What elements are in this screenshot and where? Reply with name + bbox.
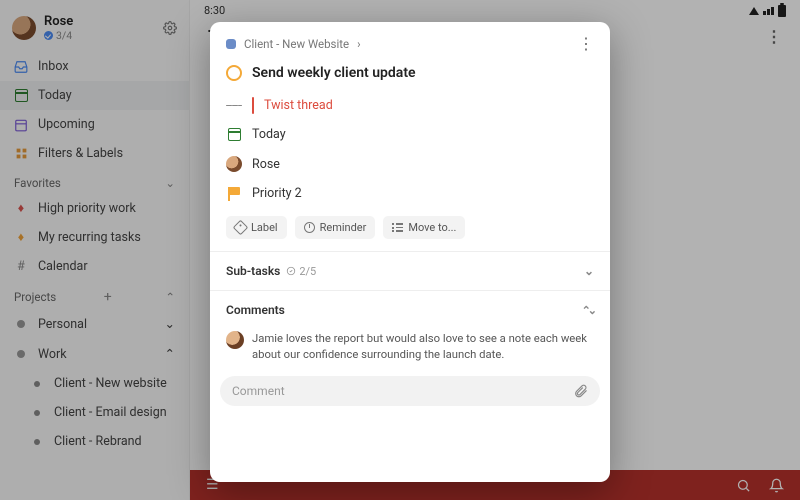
task-checkbox[interactable] [226, 65, 242, 81]
attachment-icon[interactable] [574, 384, 588, 398]
task-assignee-row[interactable]: Rose [226, 149, 594, 179]
reminder-button[interactable]: Reminder [295, 216, 376, 239]
label-button[interactable]: Label [226, 216, 287, 239]
task-description-row[interactable]: Twist thread [226, 91, 594, 120]
assignee-avatar [226, 156, 242, 172]
task-title-row: Send weekly client update [226, 61, 594, 91]
chevron-down-icon[interactable]: ⌄ [584, 264, 594, 278]
commenter-avatar [226, 331, 244, 349]
flag-icon [226, 187, 242, 201]
move-button[interactable]: Move to... [383, 216, 465, 239]
clock-icon [304, 222, 315, 233]
calendar-icon [226, 128, 242, 141]
comment-composer[interactable]: Comment [220, 376, 600, 406]
chevron-right-icon: › [357, 37, 360, 51]
move-icon [392, 223, 403, 232]
task-due-row[interactable]: Today [226, 120, 594, 149]
subtasks-header[interactable]: Sub-tasks 2/5 ⌄ [226, 252, 594, 290]
link-icon [252, 98, 254, 113]
task-detail-sheet: Client - New Website › ⋮ Send weekly cli… [210, 22, 610, 482]
comment-item: Jamie loves the report but would also lo… [226, 329, 594, 376]
expand-collapse-icon[interactable]: ⌃⌄ [582, 304, 594, 317]
description-icon [226, 103, 242, 108]
tag-icon [233, 220, 249, 236]
project-icon [226, 39, 236, 49]
twist-thread-link[interactable]: Twist thread [264, 98, 333, 113]
comments-header[interactable]: Comments ⌃⌄ [226, 291, 594, 329]
composer-placeholder: Comment [232, 384, 285, 398]
task-title[interactable]: Send weekly client update [252, 65, 416, 81]
comment-text: Jamie loves the report but would also lo… [252, 331, 594, 364]
subtasks-count: 2/5 [286, 265, 316, 278]
task-priority-row[interactable]: Priority 2 [226, 179, 594, 208]
kebab-icon[interactable]: ⋮ [578, 34, 594, 53]
breadcrumb[interactable]: Client - New Website › ⋮ [226, 34, 594, 61]
